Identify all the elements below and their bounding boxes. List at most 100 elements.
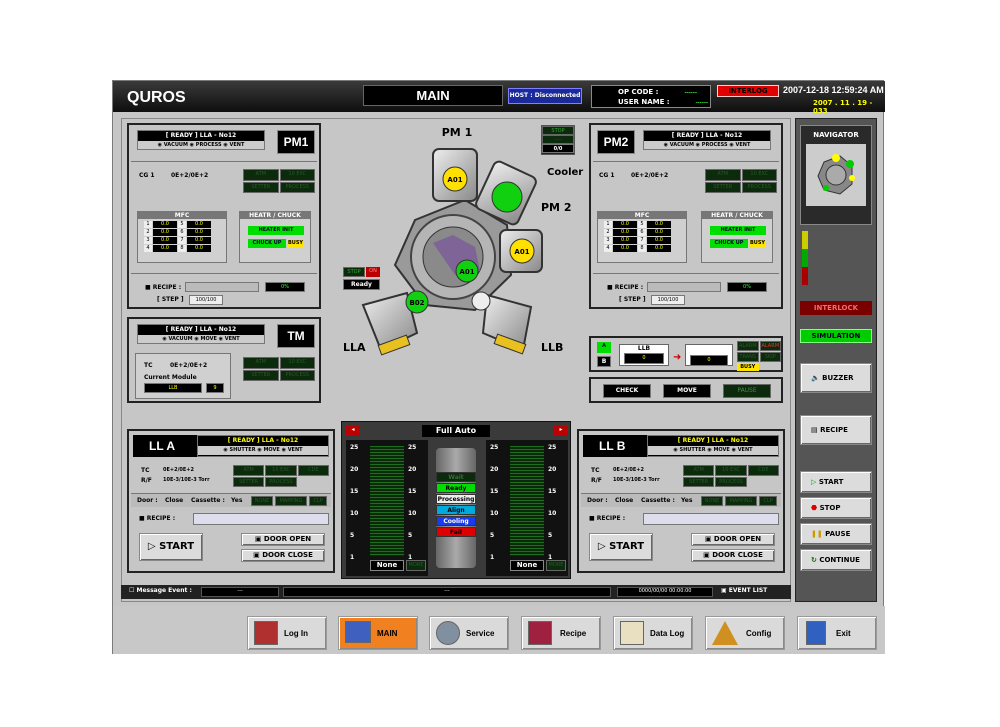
tm-state-grid: ATM 10 EXC SETTER PROCESS [243, 357, 315, 381]
radio-vent[interactable]: VENT [738, 447, 753, 453]
llb-scale-tick: 10 [490, 510, 499, 517]
llb-title: LL B [599, 439, 626, 453]
datalog-label: Data Log [650, 629, 685, 638]
radio-vacuum[interactable]: VACUUM [164, 142, 188, 148]
radio-shutter[interactable]: SHUTTER [680, 447, 706, 453]
lla-more-label: MORE [406, 560, 426, 571]
lla-door-close-button[interactable]: ▣ DOOR CLOSE [241, 549, 325, 562]
radio-process[interactable]: PROCESS [196, 142, 222, 148]
legend-processing: Processing [436, 494, 476, 504]
wafer-llb-empty [471, 291, 491, 311]
radio-move[interactable]: MOVE [713, 447, 729, 453]
pm2-recipe-area: ■ RECIPE : 0% [ STEP ] 100/100 [593, 273, 779, 307]
lla-door-open-button[interactable]: ▣ DOOR OPEN [241, 533, 325, 546]
llb-recipe-input[interactable] [643, 513, 779, 525]
llb-rf-label: R/F [591, 477, 602, 484]
transfer-source-value: 0 [624, 353, 664, 364]
flag-skip: SKIP [759, 352, 781, 362]
header-bar: QUROS MAIN HOST : Disconnected OP CODE :… [113, 81, 885, 115]
pm1-mfc-cell: 0.0 [153, 229, 177, 236]
status-legend: Wait Ready Processing Align Cooling Fail [430, 448, 482, 568]
label-lla: LLA [343, 341, 366, 354]
recipe-nav-button[interactable]: Recipe [521, 616, 601, 650]
pm2-chuck-up[interactable]: CHUCK UP [710, 239, 748, 248]
start-side-label: START [818, 478, 844, 486]
llb-more-label: MORE [546, 560, 566, 571]
radio-shutter[interactable]: SHUTTER [230, 447, 256, 453]
interlog-indicator[interactable]: INTERLOG [717, 85, 779, 97]
pause-side-button[interactable]: ❚❚ PAUSE [800, 523, 872, 545]
pm2-heater-init[interactable]: HEATER INIT [710, 226, 766, 235]
next-arrow-icon[interactable]: ▸ [554, 426, 568, 436]
radio-vent[interactable]: VENT [288, 447, 303, 453]
datalog-button[interactable]: Data Log [613, 616, 693, 650]
pm1-mfc-cell: 0.0 [153, 221, 177, 228]
llb-door-open-button[interactable]: ▣ DOOR OPEN [691, 533, 775, 546]
pm2-heater-chuck: HEATR / CHUCK HEATER INIT CHUCK UP BUSY [701, 211, 773, 263]
llb-start-button[interactable]: ▷ START [589, 533, 653, 561]
main-nav-button[interactable]: MAIN [338, 616, 418, 650]
pm2-mfc-cell: 2 [604, 229, 612, 236]
move-button[interactable]: MOVE [663, 384, 711, 398]
lla-start-button[interactable]: ▷ START [139, 533, 203, 561]
lla-state-exc: 10 EXC [265, 465, 297, 476]
lla-tc-value: 0E+2/0E+2 [163, 467, 194, 473]
pm1-mfc: MFC 1 0.0 5 0.0 2 0.0 6 0.0 3 0.0 7 0.0 4 0.0 8 0.0 [137, 211, 227, 263]
pm2-mfc-cell: 1 [604, 221, 612, 228]
buzzer-button[interactable]: 🔈 BUZZER [800, 363, 872, 393]
cooler-status-box: STOP ---- 0/0 [541, 125, 575, 155]
pm2-status: [ READY ] LLA - No12 ◉ VACUUM ◉ PROCESS … [643, 130, 771, 150]
radio-process[interactable]: PROCESS [702, 142, 728, 148]
pm2-mfc-cell: 5 [638, 221, 646, 228]
wafer-lla: B02 [409, 299, 424, 307]
bottom-nav: Log In MAIN Service Recipe Data Log Conf… [113, 606, 885, 654]
flag-trans: TRANS [737, 352, 759, 362]
exit-button[interactable]: Exit [797, 616, 877, 650]
lla-cassette-value: Yes [231, 497, 243, 504]
prev-arrow-icon[interactable]: ◂ [346, 426, 360, 436]
pm2-mfc-cell: 3 [604, 237, 612, 244]
tm-state-process: PROCESS [279, 369, 315, 381]
radio-vacuum[interactable]: VACUUM [168, 336, 192, 342]
cooler-mode: ---- [542, 135, 574, 144]
stop-side-button[interactable]: ⬣ STOP [800, 497, 872, 519]
radio-move[interactable]: MOVE [263, 447, 279, 453]
navigator[interactable]: NAVIGATOR [800, 125, 872, 225]
lla-scale-tick: 25 [408, 444, 417, 451]
llb-door-close-button[interactable]: ▣ DOOR CLOSE [691, 549, 775, 562]
robot-status: STOP ON Ready [343, 267, 381, 291]
pm1-mfc-title: MFC [138, 212, 226, 219]
service-button[interactable]: Service [429, 616, 509, 650]
pm1-chuck-up[interactable]: CHUCK UP [248, 239, 286, 248]
radio-vent[interactable]: VENT [229, 142, 244, 148]
pm1-heater-init[interactable]: HEATER INIT [248, 226, 304, 235]
llb-scale-tick: 1 [490, 554, 495, 561]
radio-move[interactable]: MOVE [201, 336, 217, 342]
radio-vacuum[interactable]: VACUUM [670, 142, 694, 148]
service-label: Service [466, 629, 495, 638]
recipe-side-label: RECIPE [820, 426, 848, 434]
radio-vent[interactable]: VENT [225, 336, 240, 342]
llb-scale-tick: 20 [490, 466, 499, 473]
transfer-status: A B LLB 0 ➜ 0 ALARM ALARM TRANS SKIP BUS… [589, 336, 783, 372]
lla-slot-bars [370, 446, 404, 556]
right-sidebar: NAVIGATOR INTERLOCK SIMULATION 🔈 BUZZER … [795, 118, 877, 602]
door-icon: ▣ [704, 535, 712, 543]
config-button[interactable]: Config [705, 616, 785, 650]
pause-transfer-button[interactable]: PAUSE [723, 384, 771, 398]
cooler-stop: STOP [542, 126, 574, 135]
check-button[interactable]: CHECK [603, 384, 651, 398]
simulation-indicator[interactable]: SIMULATION [800, 329, 872, 343]
start-side-button[interactable]: ▷ START [800, 471, 872, 493]
lla-recipe-input[interactable] [193, 513, 329, 525]
recipe-side-button[interactable]: ▤ RECIPE [800, 415, 872, 445]
event-list-button[interactable]: ▣ EVENT LIST [721, 587, 787, 597]
continue-side-button[interactable]: ↻ CONTINUE [800, 549, 872, 571]
auto-mode[interactable]: Full Auto [422, 425, 490, 437]
interlock-indicator[interactable]: INTERLOCK [800, 301, 872, 315]
operator-info: OP CODE : ------ USER NAME : ------ [591, 85, 711, 108]
pm1-mfc-table: 1 0.0 5 0.0 2 0.0 6 0.0 3 0.0 7 0.0 4 0.0 8 0.0 [144, 221, 220, 252]
lla-none-label: None [370, 560, 404, 571]
login-button[interactable]: Log In [247, 616, 327, 650]
radio-vent[interactable]: VENT [735, 142, 750, 148]
